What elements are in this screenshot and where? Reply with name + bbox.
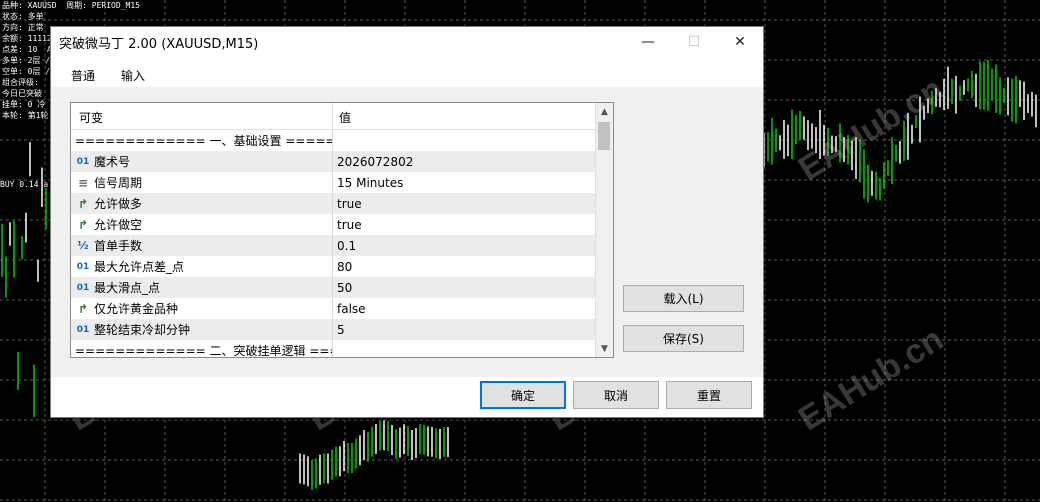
minimize-icon[interactable]: — [625,27,671,57]
buy-order-label: BUY 0.14 a [0,180,49,189]
integer-type-icon: 01 [76,324,90,335]
parameter-name: 仅允许黄金品种 [94,302,179,316]
parameter-name-cell: 01 最大允许点差_点 [71,256,333,277]
parameter-row[interactable]: ≡ 信号周期 15 Minutes [71,172,613,193]
maximize-icon: ☐ [687,34,701,50]
parameter-row[interactable]: 01 最大滑点_点 50 [71,277,613,298]
bool-type-icon: ↱ [77,301,89,316]
parameter-row[interactable]: ½ 首单手数 0.1 [71,235,613,256]
parameter-value[interactable]: 80 [333,260,613,274]
parameter-name-cell: 01 最大滑点_点 [71,277,333,298]
load-button[interactable]: 载入(L) [623,285,744,312]
cancel-button[interactable]: 取消 [573,381,659,409]
reset-button[interactable]: 重置 [666,381,752,409]
parameter-name-cell: ½ 首单手数 [71,235,333,256]
integer-type-icon: 01 [76,261,90,272]
grid-header: 可变 值 [71,103,613,130]
parameter-value[interactable]: true [333,218,613,232]
column-header-variable[interactable]: 可变 [71,103,333,129]
parameter-row[interactable]: ↱ 允许做空 true [71,214,613,235]
scroll-thumb[interactable] [598,122,610,150]
parameter-name: 魔术号 [94,155,131,169]
ok-button[interactable]: 确定 [480,381,566,409]
dialog-titlebar[interactable]: 突破微马丁 2.00 (XAUUSD,M15) — ☐ ✕ [51,27,763,57]
parameter-name-cell: ↱ 允许做空 [71,214,333,235]
integer-type-icon: 01 [76,156,90,167]
parameter-name: 最大允许点差_点 [94,260,185,274]
parameter-value[interactable]: true [333,197,613,211]
parameter-name: 整轮结束冷却分钟 [94,323,191,337]
group-separator-row[interactable]: ============= 一、基础设置 ======== [71,130,613,151]
parameter-name-cell: 01 整轮结束冷却分钟 [71,319,333,340]
bool-type-icon: ↱ [77,196,89,211]
integer-type-icon: 01 [76,282,90,293]
parameter-row[interactable]: ↱ 允许做多 true [71,193,613,214]
scroll-down-icon[interactable]: ▼ [596,340,613,357]
dialog-title: 突破微马丁 2.00 (XAUUSD,M15) [59,36,259,52]
parameter-name: 允许做多 [94,197,143,211]
parameter-name-cell: 01 魔术号 [71,151,333,172]
parameter-value[interactable]: 0.1 [333,239,613,253]
overlay-line: 状态: 多单 [2,12,44,21]
save-button[interactable]: 保存(S) [623,325,744,352]
parameter-name-cell: ============= 一、基础设置 ======== [71,130,333,151]
bool-type-icon: ↱ [77,217,89,232]
parameters-grid: 可变 值 ============= 一、基础设置 ======== 01 魔术号 2… [70,102,614,358]
parameter-row[interactable]: 01 最大允许点差_点 80 [71,256,613,277]
double-type-icon: ½ [77,239,89,252]
parameter-row[interactable]: 01 整轮结束冷却分钟 5 [71,319,613,340]
grid-body: ============= 一、基础设置 ======== 01 魔术号 202607… [71,130,613,358]
scroll-up-icon[interactable]: ▲ [596,103,613,120]
vertical-scrollbar[interactable]: ▲ ▼ [595,103,613,357]
parameter-value[interactable]: 5 [333,323,613,337]
parameter-name-cell: ↱ 允许做多 [71,193,333,214]
parameter-row[interactable]: 01 魔术号 2026072802 [71,151,613,172]
parameter-name: 信号周期 [94,176,143,190]
group-separator-row[interactable]: ============= 二、突破挂单逻辑 ==== [71,340,613,358]
parameter-row[interactable]: ↱ 仅允许黄金品种 false [71,298,613,319]
ea-properties-dialog: 突破微马丁 2.00 (XAUUSD,M15) — ☐ ✕ 普通 输入 可变 值… [50,26,764,418]
parameter-name: ============= 一、基础设置 ======== [75,134,332,148]
parameter-name-cell: ≡ 信号周期 [71,172,333,193]
parameter-value[interactable]: 2026072802 [333,155,613,169]
parameter-name: 首单手数 [94,239,143,253]
inputs-panel: 可变 值 ============= 一、基础设置 ======== 01 魔术号 2… [51,87,763,377]
enum-type-icon: ≡ [77,175,89,190]
column-header-value[interactable]: 值 [333,103,613,129]
parameter-name: 允许做空 [94,218,143,232]
parameter-name: 最大滑点_点 [94,281,161,295]
parameter-value[interactable]: false [333,302,613,316]
parameter-value[interactable]: 15 Minutes [333,176,613,190]
parameter-name-cell: ============= 二、突破挂单逻辑 ==== [71,340,333,358]
parameter-name-cell: ↱ 仅允许黄金品种 [71,298,333,319]
parameter-value[interactable]: 50 [333,281,613,295]
parameter-name: ============= 二、突破挂单逻辑 ==== [75,344,333,358]
close-icon[interactable]: ✕ [717,27,763,57]
overlay-line: 品种: XAUUSD 周期: PERIOD_M15 [2,1,140,10]
